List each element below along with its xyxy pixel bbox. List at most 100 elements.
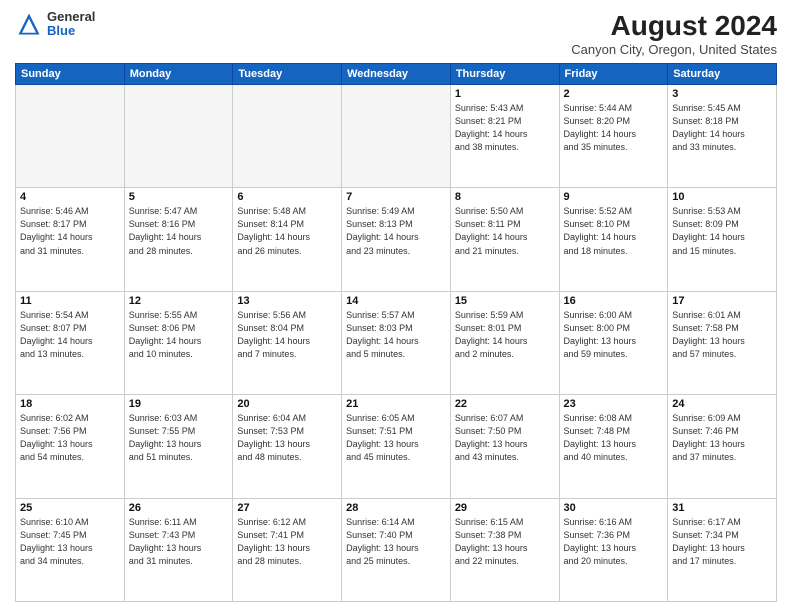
day-info: Sunrise: 5:49 AM Sunset: 8:13 PM Dayligh… bbox=[346, 205, 446, 257]
header: General Blue August 2024 Canyon City, Or… bbox=[15, 10, 777, 57]
page: General Blue August 2024 Canyon City, Or… bbox=[0, 0, 792, 612]
day-info: Sunrise: 6:12 AM Sunset: 7:41 PM Dayligh… bbox=[237, 516, 337, 568]
title-block: August 2024 Canyon City, Oregon, United … bbox=[571, 10, 777, 57]
calendar-cell bbox=[16, 85, 125, 188]
day-info: Sunrise: 5:56 AM Sunset: 8:04 PM Dayligh… bbox=[237, 309, 337, 361]
calendar-cell: 13 Sunrise: 5:56 AM Sunset: 8:04 PM Dayli… bbox=[233, 291, 342, 394]
calendar-cell: 19 Sunrise: 6:03 AM Sunset: 7:55 PM Dayli… bbox=[124, 395, 233, 498]
calendar-cell: 11 Sunrise: 5:54 AM Sunset: 8:07 PM Dayli… bbox=[16, 291, 125, 394]
day-number: 22 bbox=[455, 398, 555, 410]
day-info: Sunrise: 6:10 AM Sunset: 7:45 PM Dayligh… bbox=[20, 516, 120, 568]
day-number: 6 bbox=[237, 191, 337, 203]
calendar-cell: 3 Sunrise: 5:45 AM Sunset: 8:18 PM Daylig… bbox=[668, 85, 777, 188]
day-number: 9 bbox=[564, 191, 664, 203]
day-info: Sunrise: 6:07 AM Sunset: 7:50 PM Dayligh… bbox=[455, 412, 555, 464]
day-number: 20 bbox=[237, 398, 337, 410]
day-info: Sunrise: 6:11 AM Sunset: 7:43 PM Dayligh… bbox=[129, 516, 229, 568]
calendar-cell: 15 Sunrise: 5:59 AM Sunset: 8:01 PM Dayli… bbox=[450, 291, 559, 394]
calendar-cell bbox=[124, 85, 233, 188]
day-number: 11 bbox=[20, 295, 120, 307]
calendar-cell: 27Sunrise: 6:12 AM Sunset: 7:41 PM Dayli… bbox=[233, 498, 342, 601]
logo-text: General Blue bbox=[47, 10, 95, 39]
day-number: 24 bbox=[672, 398, 772, 410]
day-number: 12 bbox=[129, 295, 229, 307]
calendar-cell: 1 Sunrise: 5:43 AM Sunset: 8:21 PM Daylig… bbox=[450, 85, 559, 188]
day-info: Sunrise: 5:45 AM Sunset: 8:18 PM Dayligh… bbox=[672, 102, 772, 154]
calendar-cell: 28Sunrise: 6:14 AM Sunset: 7:40 PM Dayli… bbox=[342, 498, 451, 601]
calendar-cell: 31 Sunrise: 6:17 AM Sunset: 7:34 PM Dayli… bbox=[668, 498, 777, 601]
day-number: 2 bbox=[564, 88, 664, 100]
day-info: Sunrise: 5:48 AM Sunset: 8:14 PM Dayligh… bbox=[237, 205, 337, 257]
calendar-cell: 17Sunrise: 6:01 AM Sunset: 7:58 PM Dayli… bbox=[668, 291, 777, 394]
calendar-cell bbox=[233, 85, 342, 188]
day-number: 28 bbox=[346, 502, 446, 514]
day-number: 30 bbox=[564, 502, 664, 514]
day-info: Sunrise: 5:44 AM Sunset: 8:20 PM Dayligh… bbox=[564, 102, 664, 154]
calendar-cell: 12 Sunrise: 5:55 AM Sunset: 8:06 PM Dayli… bbox=[124, 291, 233, 394]
day-number: 10 bbox=[672, 191, 772, 203]
calendar-header-row: SundayMondayTuesdayWednesdayThursdayFrid… bbox=[16, 64, 777, 85]
calendar-week-4: 25 Sunrise: 6:10 AM Sunset: 7:45 PM Dayli… bbox=[16, 498, 777, 601]
logo-blue: Blue bbox=[47, 24, 95, 38]
calendar-cell: 23 Sunrise: 6:08 AM Sunset: 7:48 PM Dayli… bbox=[559, 395, 668, 498]
day-number: 15 bbox=[455, 295, 555, 307]
calendar-cell: 9Sunrise: 5:52 AM Sunset: 8:10 PM Daylig… bbox=[559, 188, 668, 291]
day-info: Sunrise: 6:05 AM Sunset: 7:51 PM Dayligh… bbox=[346, 412, 446, 464]
day-number: 31 bbox=[672, 502, 772, 514]
calendar-cell: 22 Sunrise: 6:07 AM Sunset: 7:50 PM Dayli… bbox=[450, 395, 559, 498]
calendar-week-1: 4 Sunrise: 5:46 AM Sunset: 8:17 PM Daylig… bbox=[16, 188, 777, 291]
day-info: Sunrise: 5:47 AM Sunset: 8:16 PM Dayligh… bbox=[129, 205, 229, 257]
calendar-cell: 20Sunrise: 6:04 AM Sunset: 7:53 PM Dayli… bbox=[233, 395, 342, 498]
calendar-cell: 8Sunrise: 5:50 AM Sunset: 8:11 PM Daylig… bbox=[450, 188, 559, 291]
day-info: Sunrise: 6:16 AM Sunset: 7:36 PM Dayligh… bbox=[564, 516, 664, 568]
day-info: Sunrise: 6:09 AM Sunset: 7:46 PM Dayligh… bbox=[672, 412, 772, 464]
day-number: 7 bbox=[346, 191, 446, 203]
day-info: Sunrise: 6:00 AM Sunset: 8:00 PM Dayligh… bbox=[564, 309, 664, 361]
calendar-cell: 29Sunrise: 6:15 AM Sunset: 7:38 PM Dayli… bbox=[450, 498, 559, 601]
calendar-cell: 5 Sunrise: 5:47 AM Sunset: 8:16 PM Daylig… bbox=[124, 188, 233, 291]
day-info: Sunrise: 6:08 AM Sunset: 7:48 PM Dayligh… bbox=[564, 412, 664, 464]
day-info: Sunrise: 6:02 AM Sunset: 7:56 PM Dayligh… bbox=[20, 412, 120, 464]
calendar-header-saturday: Saturday bbox=[668, 64, 777, 85]
day-number: 14 bbox=[346, 295, 446, 307]
calendar-cell: 7 Sunrise: 5:49 AM Sunset: 8:13 PM Daylig… bbox=[342, 188, 451, 291]
calendar-header-friday: Friday bbox=[559, 64, 668, 85]
calendar-cell: 10 Sunrise: 5:53 AM Sunset: 8:09 PM Dayli… bbox=[668, 188, 777, 291]
day-info: Sunrise: 6:01 AM Sunset: 7:58 PM Dayligh… bbox=[672, 309, 772, 361]
calendar-week-3: 18Sunrise: 6:02 AM Sunset: 7:56 PM Dayli… bbox=[16, 395, 777, 498]
calendar-cell bbox=[342, 85, 451, 188]
day-info: Sunrise: 6:17 AM Sunset: 7:34 PM Dayligh… bbox=[672, 516, 772, 568]
day-info: Sunrise: 6:03 AM Sunset: 7:55 PM Dayligh… bbox=[129, 412, 229, 464]
day-number: 1 bbox=[455, 88, 555, 100]
calendar-cell: 14 Sunrise: 5:57 AM Sunset: 8:03 PM Dayli… bbox=[342, 291, 451, 394]
day-number: 13 bbox=[237, 295, 337, 307]
day-info: Sunrise: 5:57 AM Sunset: 8:03 PM Dayligh… bbox=[346, 309, 446, 361]
day-info: Sunrise: 5:53 AM Sunset: 8:09 PM Dayligh… bbox=[672, 205, 772, 257]
logo: General Blue bbox=[15, 10, 95, 39]
day-number: 23 bbox=[564, 398, 664, 410]
month-year: August 2024 bbox=[571, 10, 777, 42]
day-info: Sunrise: 5:43 AM Sunset: 8:21 PM Dayligh… bbox=[455, 102, 555, 154]
day-number: 25 bbox=[20, 502, 120, 514]
calendar-header-sunday: Sunday bbox=[16, 64, 125, 85]
day-number: 4 bbox=[20, 191, 120, 203]
calendar-cell: 16Sunrise: 6:00 AM Sunset: 8:00 PM Dayli… bbox=[559, 291, 668, 394]
calendar-header-tuesday: Tuesday bbox=[233, 64, 342, 85]
day-info: Sunrise: 5:59 AM Sunset: 8:01 PM Dayligh… bbox=[455, 309, 555, 361]
day-number: 26 bbox=[129, 502, 229, 514]
calendar: SundayMondayTuesdayWednesdayThursdayFrid… bbox=[15, 63, 777, 602]
day-info: Sunrise: 5:54 AM Sunset: 8:07 PM Dayligh… bbox=[20, 309, 120, 361]
day-info: Sunrise: 5:46 AM Sunset: 8:17 PM Dayligh… bbox=[20, 205, 120, 257]
calendar-cell: 25 Sunrise: 6:10 AM Sunset: 7:45 PM Dayli… bbox=[16, 498, 125, 601]
day-number: 19 bbox=[129, 398, 229, 410]
day-number: 3 bbox=[672, 88, 772, 100]
day-info: Sunrise: 5:55 AM Sunset: 8:06 PM Dayligh… bbox=[129, 309, 229, 361]
calendar-header-wednesday: Wednesday bbox=[342, 64, 451, 85]
day-number: 21 bbox=[346, 398, 446, 410]
calendar-header-thursday: Thursday bbox=[450, 64, 559, 85]
day-number: 5 bbox=[129, 191, 229, 203]
calendar-cell: 21 Sunrise: 6:05 AM Sunset: 7:51 PM Dayli… bbox=[342, 395, 451, 498]
calendar-header-monday: Monday bbox=[124, 64, 233, 85]
calendar-cell: 26 Sunrise: 6:11 AM Sunset: 7:43 PM Dayli… bbox=[124, 498, 233, 601]
calendar-cell: 6 Sunrise: 5:48 AM Sunset: 8:14 PM Daylig… bbox=[233, 188, 342, 291]
